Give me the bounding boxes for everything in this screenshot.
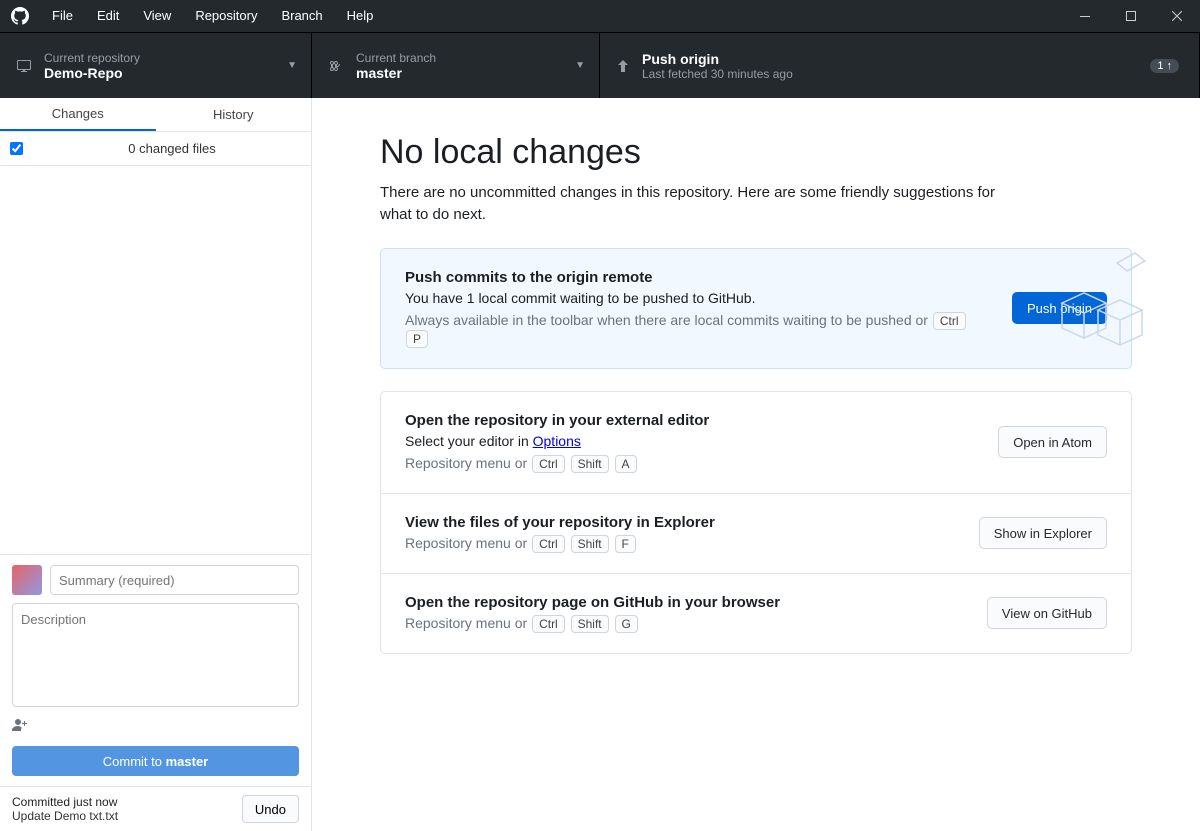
open-editor-card: Open the repository in your external edi… [380,391,1132,494]
open-in-atom-button[interactable]: Open in Atom [998,426,1107,458]
sidebar-tabs: Changes History [0,98,311,132]
toolbar: Current repository Demo-Repo ▼ Current b… [0,32,1200,98]
summary-input[interactable] [50,565,299,595]
push-subtext: Last fetched 30 minutes ago [642,67,793,81]
page-subtitle: There are no uncommitted changes in this… [380,182,1010,226]
push-card-hint: Always available in the toolbar when the… [405,312,992,348]
kbd-shift: Shift [571,455,609,473]
menu-bar: File Edit View Repository Branch Help [40,0,385,32]
push-card: Push commits to the origin remote You ha… [380,248,1132,369]
kbd-p: P [406,330,428,348]
repo-name: Demo-Repo [44,65,140,81]
kbd-f: F [615,535,636,553]
avatar [12,565,42,595]
kbd-ctrl: Ctrl [933,312,966,330]
show-explorer-card: View the files of your repository in Exp… [380,494,1132,574]
chevron-down-icon: ▼ [575,60,585,71]
editor-card-hint: Repository menu or Ctrl Shift A [405,455,978,473]
kbd-ctrl: Ctrl [532,535,565,553]
repo-label: Current repository [44,51,140,65]
changed-files-count: 0 changed files [33,141,311,156]
editor-card-title: Open the repository in your external edi… [405,412,978,429]
editor-card-desc: Select your editor in Options [405,433,978,449]
maximize-icon[interactable] [1108,0,1154,32]
select-all-checkbox[interactable] [10,142,23,155]
add-coauthor-icon[interactable] [12,718,30,736]
explorer-card-hint: Repository menu or Ctrl Shift F [405,535,959,553]
show-in-explorer-button[interactable]: Show in Explorer [979,517,1107,549]
kbd-shift: Shift [571,615,609,633]
kbd-ctrl: Ctrl [532,615,565,633]
illustration-boxes [1022,248,1152,348]
undo-title: Committed just now [12,795,242,809]
commit-button[interactable]: Commit to master [12,746,299,776]
desktop-icon [16,58,32,74]
page-title: No local changes [380,133,1132,172]
kbd-shift: Shift [571,535,609,553]
github-card-title: Open the repository page on GitHub in yo… [405,594,967,611]
menu-repository[interactable]: Repository [183,0,269,32]
kbd-g: G [615,615,638,633]
explorer-card-title: View the files of your repository in Exp… [405,514,959,531]
push-origin-button[interactable]: Push origin Last fetched 30 minutes ago … [600,33,1200,98]
titlebar: File Edit View Repository Branch Help [0,0,1200,32]
undo-button[interactable]: Undo [242,795,299,823]
window-controls [1062,0,1200,32]
minimize-icon[interactable] [1062,0,1108,32]
push-card-title: Push commits to the origin remote [405,269,992,286]
kbd-a: A [615,455,637,473]
description-input[interactable] [12,603,299,707]
sidebar: Changes History 0 changed files Commit t… [0,98,312,831]
changed-files-row: 0 changed files [0,132,311,166]
view-on-github-card: Open the repository page on GitHub in yo… [380,574,1132,654]
menu-file[interactable]: File [40,0,85,32]
menu-branch[interactable]: Branch [269,0,334,32]
close-icon[interactable] [1154,0,1200,32]
undo-pane: Committed just now Update Demo txt.txt U… [0,786,311,831]
push-card-desc: You have 1 local commit waiting to be pu… [405,290,992,306]
undo-subtitle: Update Demo txt.txt [12,809,242,823]
kbd-ctrl: Ctrl [532,455,565,473]
main-content: No local changes There are no uncommitte… [312,98,1200,831]
chevron-down-icon: ▼ [287,60,297,71]
menu-help[interactable]: Help [335,0,386,32]
view-on-github-button[interactable]: View on GitHub [987,597,1107,629]
app-logo [0,7,40,25]
options-link[interactable]: Options [533,433,581,449]
github-card-hint: Repository menu or Ctrl Shift G [405,615,967,633]
git-branch-icon [328,58,344,74]
tab-history[interactable]: History [156,98,312,131]
arrow-up-icon [616,59,630,73]
tab-changes[interactable]: Changes [0,98,156,131]
current-repository-dropdown[interactable]: Current repository Demo-Repo ▼ [0,33,312,98]
menu-edit[interactable]: Edit [85,0,131,32]
commit-label-branch: master [166,754,209,769]
current-branch-dropdown[interactable]: Current branch master ▼ [312,33,600,98]
commit-label-prefix: Commit to [103,754,166,769]
commit-pane: Commit to master [0,554,311,786]
push-badge: 1 ↑ [1150,59,1179,73]
menu-view[interactable]: View [131,0,183,32]
push-title: Push origin [642,51,793,67]
branch-name: master [356,65,436,81]
branch-label: Current branch [356,51,436,65]
